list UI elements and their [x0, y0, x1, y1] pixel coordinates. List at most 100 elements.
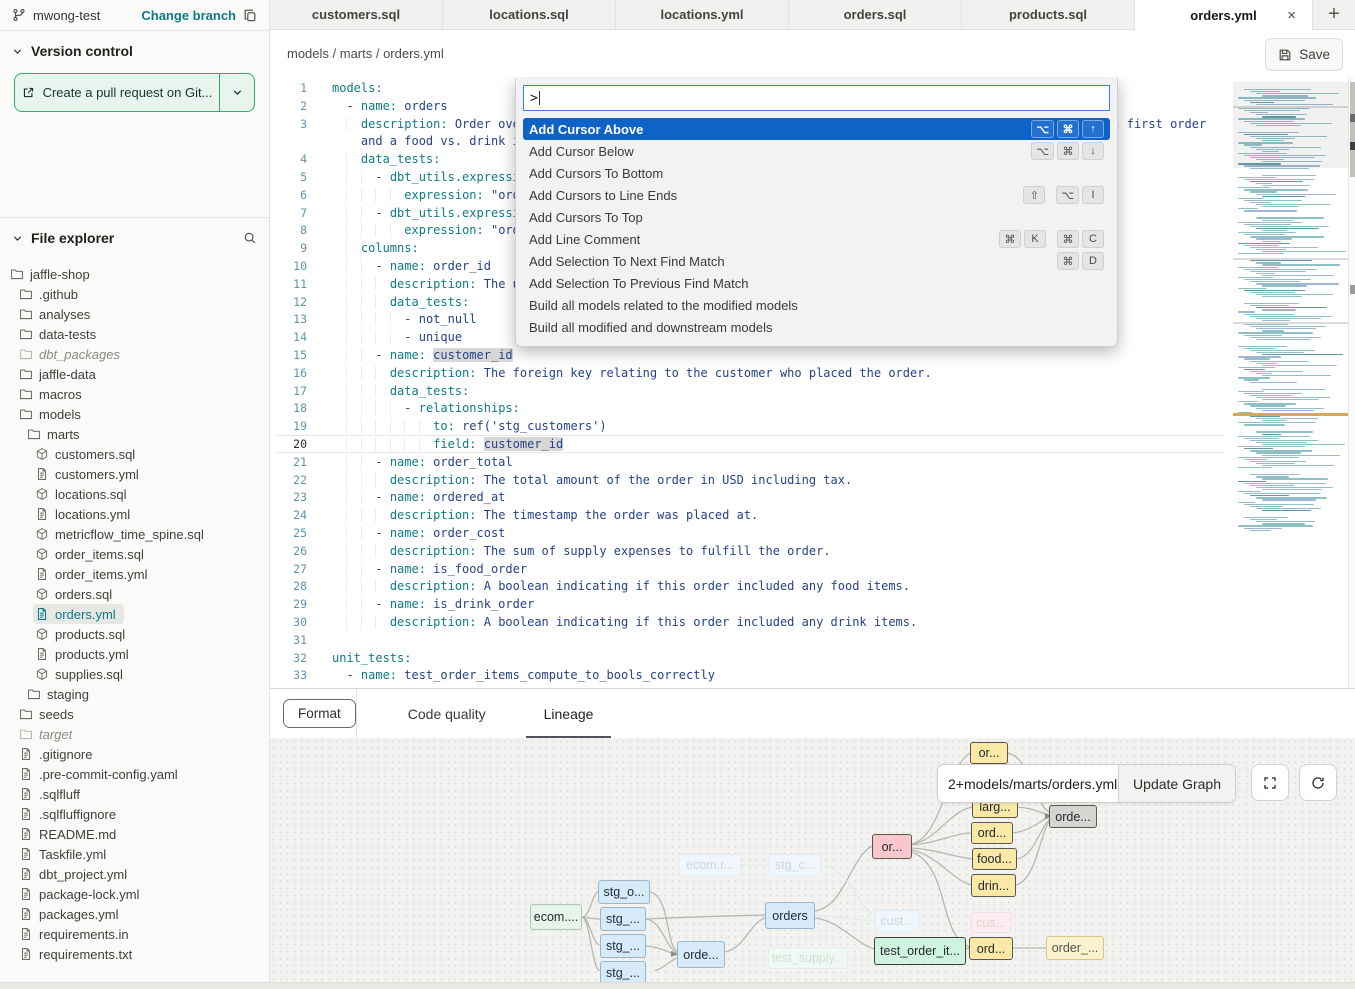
tree-item--sqlfluffignore[interactable]: .sqlfluffignore — [0, 804, 269, 824]
pr-dropdown-caret[interactable] — [220, 74, 254, 111]
search-icon[interactable] — [243, 231, 257, 245]
tree-item-models[interactable]: models — [0, 404, 269, 424]
file-explorer-header[interactable]: File explorer — [0, 218, 269, 252]
palette-item-build-all-models-related-to-the-modified-models[interactable]: Build all models related to the modified… — [523, 294, 1110, 316]
fullscreen-button[interactable] — [1251, 764, 1289, 801]
tree-item-taskfile-yml[interactable]: Taskfile.yml — [0, 844, 269, 864]
tree-item-requirements-in[interactable]: requirements.in — [0, 924, 269, 944]
tree-item-customers-yml[interactable]: customers.yml — [0, 464, 269, 484]
lineage-node-stg_[interactable]: stg_... — [600, 907, 646, 931]
tree-item-products-sql[interactable]: products.sql — [0, 624, 269, 644]
refresh-button[interactable] — [1299, 764, 1337, 801]
tree-item-orders-sql[interactable]: orders.sql — [0, 584, 269, 604]
tree-item-data-tests[interactable]: data-tests — [0, 324, 269, 344]
tree-item--gitignore[interactable]: .gitignore — [0, 744, 269, 764]
lineage-node-orde[interactable]: orde... — [1049, 805, 1097, 828]
tree-item--sqlfluff[interactable]: .sqlfluff — [0, 784, 269, 804]
version-control-header[interactable]: Version control — [0, 31, 269, 65]
lineage-node-food[interactable]: food... — [972, 848, 1017, 870]
lineage-graph[interactable]: ecom....stg_o...stg_...stg_...stg_...ord… — [270, 738, 1355, 982]
lineage-node-test_supply[interactable]: test_supply... — [768, 947, 848, 969]
palette-item-add-cursors-to-line-ends[interactable]: Add Cursors to Line Ends⇧⌥I — [523, 184, 1110, 206]
code-line-23[interactable]: 23 - name: ordered_at — [270, 488, 1355, 506]
code-line-30[interactable]: 30 description: A boolean indicating if … — [270, 613, 1355, 631]
code-line-25[interactable]: 25 - name: order_cost — [270, 524, 1355, 542]
tree-item-customers-sql[interactable]: customers.sql — [0, 444, 269, 464]
tree-item-package-lock-yml[interactable]: package-lock.yml — [0, 884, 269, 904]
lineage-node-stg_[interactable]: stg_... — [600, 934, 646, 958]
code-editor[interactable]: 1models:2 - name: orders3 description: O… — [270, 77, 1355, 688]
save-button[interactable]: Save — [1265, 38, 1343, 71]
tree-item-staging[interactable]: staging — [0, 684, 269, 704]
code-line-20[interactable]: 20 field: customer_id — [270, 435, 1355, 453]
code-line-15[interactable]: 15 - name: customer_id — [270, 346, 1355, 364]
tab-customers-sql[interactable]: customers.sql — [270, 0, 443, 29]
code-line-26[interactable]: 26 description: The sum of supply expens… — [270, 542, 1355, 560]
tree-item-metricflow-time-spine-sql[interactable]: metricflow_time_spine.sql — [0, 524, 269, 544]
code-line-17[interactable]: 17 data_tests: — [270, 382, 1355, 400]
tab-products-sql[interactable]: products.sql — [962, 0, 1135, 29]
tab-locations-yml[interactable]: locations.yml — [616, 0, 789, 29]
tree-item-orders-yml[interactable]: orders.yml — [0, 604, 269, 624]
update-graph-button[interactable]: Update Graph — [1118, 765, 1235, 802]
lineage-node-ord[interactable]: ord... — [969, 937, 1013, 960]
code-line-28[interactable]: 28 description: A boolean indicating if … — [270, 577, 1355, 595]
new-tab-button[interactable]: + — [1313, 0, 1355, 29]
change-branch-link[interactable]: Change branch — [141, 8, 236, 23]
tree-item-requirements-txt[interactable]: requirements.txt — [0, 944, 269, 964]
code-line-27[interactable]: 27 - name: is_food_order — [270, 560, 1355, 578]
code-line-33[interactable]: 33 - name: test_order_items_compute_to_b… — [270, 666, 1355, 684]
tree-item-products-yml[interactable]: products.yml — [0, 644, 269, 664]
code-line-24[interactable]: 24 description: The timestamp the order … — [270, 506, 1355, 524]
tree-item-seeds[interactable]: seeds — [0, 704, 269, 724]
palette-item-add-selection-to-next-find-match[interactable]: Add Selection To Next Find Match⌘D — [523, 250, 1110, 272]
palette-item-add-cursors-to-bottom[interactable]: Add Cursors To Bottom — [523, 162, 1110, 184]
tree-item-order-items-yml[interactable]: order_items.yml — [0, 564, 269, 584]
code-line-16[interactable]: 16 description: The foreign key relating… — [270, 364, 1355, 382]
palette-item-add-cursors-to-top[interactable]: Add Cursors To Top — [523, 206, 1110, 228]
lineage-node-drin[interactable]: drin... — [971, 874, 1016, 897]
tab-orders-yml[interactable]: orders.yml× — [1135, 0, 1313, 30]
lineage-node-test_order_it[interactable]: test_order_it... — [874, 937, 966, 965]
code-line-19[interactable]: 19 to: ref('stg_customers') — [270, 417, 1355, 435]
tree-item-marts[interactable]: marts — [0, 424, 269, 444]
code-line-18[interactable]: 18 - relationships: — [270, 399, 1355, 417]
tree-item-locations-sql[interactable]: locations.sql — [0, 484, 269, 504]
tree-item-supplies-sql[interactable]: supplies.sql — [0, 664, 269, 684]
format-button[interactable]: Format — [283, 699, 356, 728]
lineage-node-ord[interactable]: ord... — [971, 822, 1013, 844]
copy-icon[interactable] — [243, 8, 257, 22]
code-line-31[interactable]: 31 — [270, 631, 1355, 649]
lineage-node-order_[interactable]: order_... — [1046, 936, 1104, 960]
palette-item-add-cursor-above[interactable]: Add Cursor Above⌥⌘↑ — [523, 118, 1110, 140]
minimap[interactable] — [1233, 82, 1348, 537]
tree-item-dbt-project-yml[interactable]: dbt_project.yml — [0, 864, 269, 884]
lineage-node-or[interactable]: or... — [970, 742, 1008, 764]
tree-item-analyses[interactable]: analyses — [0, 304, 269, 324]
selector-input[interactable] — [938, 765, 1118, 802]
palette-item-add-line-comment[interactable]: Add Line Comment⌘K⌘C — [523, 228, 1110, 250]
lineage-node-orders[interactable]: orders — [765, 902, 815, 929]
tab-locations-sql[interactable]: locations.sql — [443, 0, 616, 29]
panel-tab-lineage[interactable]: Lineage — [538, 689, 600, 738]
lineage-node-stg_[interactable]: stg_... — [600, 961, 646, 982]
tree-item-locations-yml[interactable]: locations.yml — [0, 504, 269, 524]
tree-item-macros[interactable]: macros — [0, 384, 269, 404]
lineage-node-or[interactable]: or... — [872, 834, 912, 859]
tab-orders-sql[interactable]: orders.sql — [789, 0, 962, 29]
palette-item-add-cursor-below[interactable]: Add Cursor Below⌥⌘↓ — [523, 140, 1110, 162]
lineage-node-stg_c[interactable]: stg_c... — [769, 854, 821, 876]
tree-item--github[interactable]: .github — [0, 284, 269, 304]
lineage-node-orde[interactable]: orde... — [677, 941, 725, 968]
lineage-node-ecom[interactable]: ecom.... — [530, 904, 582, 930]
lineage-node-ecomr[interactable]: ecom.r... — [679, 854, 741, 876]
palette-item-add-selection-to-previous-find-match[interactable]: Add Selection To Previous Find Match — [523, 272, 1110, 294]
lineage-node-stg_o[interactable]: stg_o... — [598, 880, 650, 904]
code-line-29[interactable]: 29 - name: is_drink_order — [270, 595, 1355, 613]
panel-tab-code-quality[interactable]: Code quality — [402, 689, 492, 738]
tree-item-order-items-sql[interactable]: order_items.sql — [0, 544, 269, 564]
code-line-21[interactable]: 21 - name: order_total — [270, 453, 1355, 471]
create-pr-button[interactable]: Create a pull request on Git... — [14, 73, 255, 112]
code-line-32[interactable]: 32unit_tests: — [270, 649, 1355, 667]
palette-item-build-all-modified-and-downstream-models[interactable]: Build all modified and downstream models — [523, 316, 1110, 338]
